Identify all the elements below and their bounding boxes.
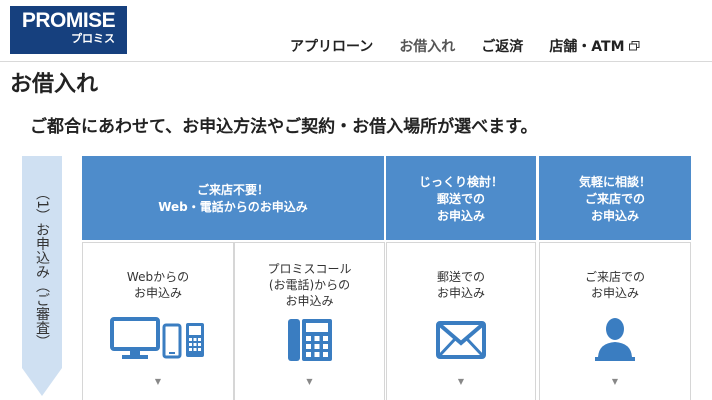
method-card-line: お申込み (436, 286, 485, 300)
group-header-line: じっくり検討！ (418, 174, 503, 189)
envelope-icon (436, 321, 486, 359)
nav-item-stores-atm[interactable]: 店舗・ATM (549, 36, 640, 56)
chevron-down-icon: ▼ (611, 377, 619, 386)
nav-item-app-loan[interactable]: アプリローン (290, 36, 373, 56)
application-methods: ご来店不要！ Web・電話からのお申込み じっくり検討！ 郵送での お申込み 気… (82, 156, 691, 400)
nav-item-repayment[interactable]: ご返済 (481, 36, 523, 56)
external-link-icon (628, 41, 640, 51)
method-card-line: (お電話)からの (268, 278, 351, 292)
group-header-line: お申込み (590, 208, 639, 223)
group-header-line: ご来店での (584, 191, 645, 206)
site-header: PROMISE プロミス アプリローン お借入れ ご返済 店舗・ATM (0, 0, 712, 62)
nav-item-stores-atm-label: 店舗・ATM (549, 39, 625, 55)
method-card-line: Webからの (126, 270, 190, 284)
method-card-label: プロミスコール (お電話)からの お申込み (235, 261, 384, 309)
step-indicator: （1）お申込み（ご審査） (22, 156, 62, 400)
method-card-label: ご来店での お申込み (540, 269, 690, 301)
method-card-label: 郵送での お申込み (387, 269, 535, 301)
method-card-line: ご来店での (584, 270, 645, 284)
method-card-phone[interactable]: プロミスコール (お電話)からの お申込み ▼ (234, 242, 385, 400)
method-card-line: プロミスコール (267, 262, 352, 276)
group-header-line: ご来店不要！ (196, 183, 269, 197)
group-header-line: 気軽に相談！ (578, 174, 651, 189)
method-card-label: Webからの お申込み (83, 269, 233, 301)
group-header-web-phone: ご来店不要！ Web・電話からのお申込み (82, 156, 384, 240)
logo-main-text: PROMISE (21, 9, 116, 32)
group-header-line: Web・電話からのお申込み (158, 200, 308, 214)
nav-item-borrowing[interactable]: お借入れ (399, 36, 455, 56)
chevron-down-icon: ▼ (457, 377, 465, 386)
group-header-mail: じっくり検討！ 郵送での お申込み (386, 156, 536, 240)
telephone-icon (287, 319, 332, 361)
chevron-down-icon: ▼ (154, 377, 162, 386)
promise-logo[interactable]: PROMISE プロミス (10, 6, 127, 54)
main-nav: アプリローン お借入れ ご返済 店舗・ATM (290, 36, 640, 56)
person-icon (595, 318, 635, 361)
pc-and-phone-icon (110, 317, 204, 359)
group-header-line: お申込み (436, 208, 485, 223)
method-card-visit[interactable]: ご来店での お申込み ▼ (539, 242, 691, 400)
method-card-line: お申込み (285, 294, 334, 308)
group-header-line: 郵送での (436, 191, 485, 206)
method-card-line: 郵送での (436, 270, 485, 284)
chevron-down-icon: ▼ (306, 377, 313, 386)
method-card-line: お申込み (590, 286, 639, 300)
method-card-web[interactable]: Webからの お申込み ▼ (82, 242, 234, 400)
step-label: （1）お申込み（ご審査） (34, 186, 50, 349)
logo-sub-text: プロミス (71, 32, 115, 45)
group-header-visit: 気軽に相談！ ご来店での お申込み (539, 156, 691, 240)
method-card-mail[interactable]: 郵送での お申込み ▼ (386, 242, 536, 400)
method-card-line: お申込み (133, 286, 182, 300)
page-subtitle: ご都合にあわせて、お申込方法やご契約・お借入場所が選べます。 (30, 117, 538, 137)
page-title: お借入れ (10, 72, 99, 97)
